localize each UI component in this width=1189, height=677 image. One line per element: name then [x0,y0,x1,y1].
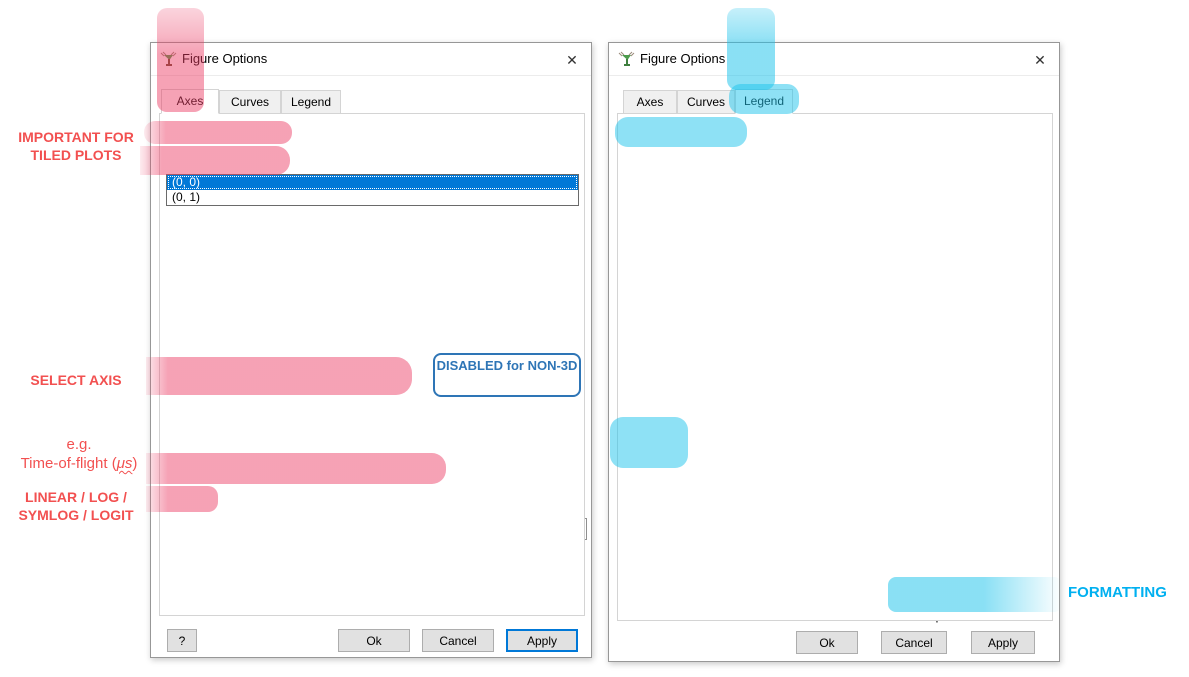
annotation-important-tiled: IMPORTANT FOR TILED PLOTS [0,128,152,164]
figure-options-dialog-legend: Figure Options ✕ Axes Curves Legend Hide… [608,42,1060,662]
screen: Figure Options ✕ Axes Curves Legend Sele… [0,0,1189,677]
tab-axes[interactable]: Axes [161,89,219,114]
ok-button[interactable]: Ok [338,629,410,652]
tab-curves[interactable]: Curves [219,90,281,114]
ok-button[interactable]: Ok [796,631,858,654]
axes-option-0-1[interactable]: (0, 1) [167,190,578,205]
close-icon[interactable]: ✕ [561,50,583,70]
tab-legend[interactable]: Legend [735,89,793,114]
annotation-example-label: e.g. Time-of-flight (μs) [0,435,158,473]
title-bar: Figure Options ✕ [151,43,591,76]
tab-curves[interactable]: Curves [677,90,735,114]
close-icon[interactable]: ✕ [1029,50,1051,70]
cancel-button[interactable]: Cancel [422,629,494,652]
tab-pane [617,113,1053,621]
annotation-mu-s: μs [117,455,133,472]
tab-legend[interactable]: Legend [281,90,341,114]
window-title: Figure Options [640,51,725,66]
annotation-formatting: FORMATTING [1068,584,1188,602]
annotation-select-axis: SELECT AXIS [0,371,152,389]
figure-options-dialog-axes: Figure Options ✕ Axes Curves Legend Sele… [150,42,592,658]
tab-axes[interactable]: Axes [623,90,677,114]
cancel-button[interactable]: Cancel [881,631,947,654]
axes-dropdown-list: (0, 0) (0, 1) [166,174,579,206]
apply-button[interactable]: Apply [506,629,578,652]
app-icon [618,51,635,68]
window-title: Figure Options [182,51,267,66]
app-icon [160,51,177,68]
axes-option-0-0[interactable]: (0, 0) [167,175,578,190]
disabled-non3d-callout: DISABLED for NON-3D [433,353,581,397]
disabled-non3d-text: DISABLED for NON-3D [435,358,579,373]
annotation-scale-options: LINEAR / LOG / SYMLOG / LOGIT [0,488,152,524]
title-bar: Figure Options ✕ [609,43,1059,76]
apply-button[interactable]: Apply [971,631,1035,654]
help-button[interactable]: ? [167,629,197,652]
